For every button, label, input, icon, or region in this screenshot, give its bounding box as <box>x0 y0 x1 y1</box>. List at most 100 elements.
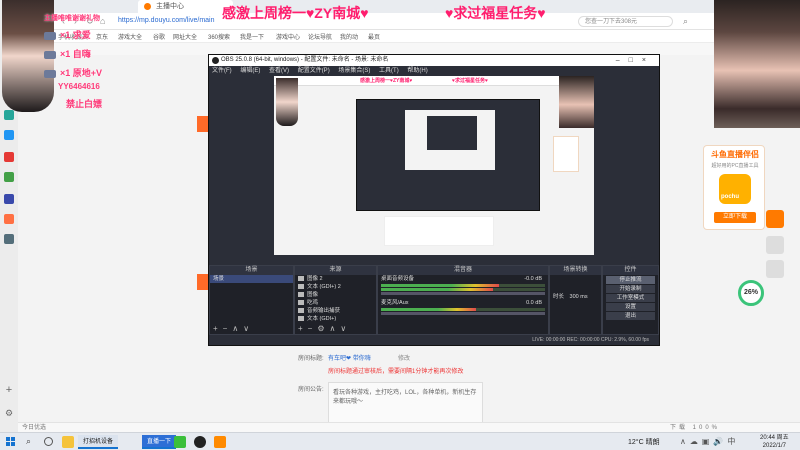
menu-profile[interactable]: 配置文件(P) <box>298 68 330 74</box>
source-label: 图像 2 <box>307 276 323 282</box>
browser-tab-bar: 主播中心 <box>18 0 800 13</box>
browser-tab[interactable]: 主播中心 <box>138 0 233 13</box>
windows-start-icon[interactable] <box>6 437 16 447</box>
menu-file[interactable]: 文件(F) <box>212 68 232 74</box>
gift-item: ×1 自嗨 <box>44 45 132 64</box>
obs-taskbar-icon[interactable] <box>194 436 206 448</box>
preview-ad <box>553 136 579 172</box>
text-icon <box>298 316 304 322</box>
rocket-gift-icon <box>44 50 56 59</box>
taskbar-clock[interactable]: 20:44 周五 2022/1/7 <box>760 434 789 450</box>
game-capture-icon <box>298 300 304 306</box>
taskbar-app-douyu[interactable]: 直播一下 <box>142 435 177 449</box>
source-item[interactable]: 图像 2 <box>295 275 376 283</box>
studio-mode-button[interactable]: 工作室模式 <box>606 294 655 302</box>
payment-icon[interactable] <box>4 130 14 140</box>
weibo-icon[interactable] <box>4 152 14 162</box>
sources-dock-title: 来源 <box>295 266 376 275</box>
bookmark-item[interactable]: 论坛导航 <box>308 32 332 41</box>
wechat-icon[interactable] <box>174 436 186 448</box>
volume-meter <box>381 288 545 291</box>
room-settings-panel: 房间标题: 有车吧❤ 带你嗨 修改 房间标题通过审核后，需要间隔1分钟才能再次修… <box>270 340 710 432</box>
scene-toolbar[interactable]: +−∧∨ <box>210 324 293 334</box>
overlay-task: ♥求过福星任务♥ <box>445 5 546 21</box>
source-item[interactable]: 文本 (GDI+) 2 <box>295 283 376 291</box>
taskbar-search-icon[interactable]: ⌕ <box>26 436 31 447</box>
companion-logo-icon: pochu <box>719 174 751 204</box>
bookmark-item[interactable]: 最页 <box>368 32 380 41</box>
add-icon[interactable]: + <box>4 385 14 396</box>
game-icon[interactable] <box>4 214 14 224</box>
menu-help[interactable]: 帮助(H) <box>407 68 427 74</box>
weather-widget[interactable]: 12°C 晴朗 <box>628 437 660 447</box>
taskbar-app-printer[interactable]: 打招机设备 <box>78 435 119 449</box>
fullscreen-icon[interactable] <box>766 260 784 278</box>
source-item[interactable]: 音频输出捕获 <box>295 307 376 315</box>
download-button[interactable]: 立即下载 <box>714 212 756 223</box>
app-icon[interactable] <box>4 172 14 182</box>
scene-item[interactable]: 场景 <box>210 275 293 283</box>
douyu-taskbar-icon[interactable] <box>214 436 226 448</box>
task-view-icon[interactable] <box>44 437 53 446</box>
source-item[interactable]: 文本 (GDI+) <box>295 315 376 323</box>
bookmark-item[interactable]: 游戏中心 <box>276 32 300 41</box>
edit-room-title-button[interactable]: 修改 <box>398 353 410 362</box>
url-input[interactable]: https://mp.douyu.com/live/main <box>118 17 215 24</box>
ad-logo-text: pochu <box>721 194 739 200</box>
preview-nested-capture <box>405 110 495 170</box>
source-item[interactable]: 图像 <box>295 291 376 299</box>
settings-button[interactable]: 设置 <box>606 303 655 311</box>
duration-value: 300 ms <box>569 294 588 300</box>
browser-address-bar: ‹ › ↻ ⌂ https://mp.douyu.com/live/main 您… <box>18 13 800 30</box>
music-icon[interactable] <box>4 234 14 244</box>
menu-scene-collection[interactable]: 场景集合(S) <box>338 68 370 74</box>
bookmark-item[interactable]: 360搜索 <box>208 32 230 41</box>
system-tray-icons[interactable]: ∧☁▣🔊中 <box>680 436 739 447</box>
bookmark-item[interactable]: 网址大全 <box>173 32 197 41</box>
transitions-dock: 场景转换 时长 300 ms <box>549 265 602 335</box>
source-label: 文本 (GDI+) <box>307 316 337 322</box>
exit-button[interactable]: 退出 <box>606 312 655 320</box>
volume-slider[interactable] <box>381 312 545 315</box>
window-controls[interactable]: –□× <box>616 55 655 66</box>
play-video-icon[interactable] <box>766 210 784 228</box>
source-item[interactable]: 吃鸡 <box>295 299 376 307</box>
file-explorer-icon[interactable] <box>62 436 74 448</box>
image-icon <box>298 292 304 298</box>
mixer-dock-title: 混音器 <box>378 266 548 275</box>
bookmarks-bar: 手机收藏夹 京东 游戏大全 谷歌 网址大全 360搜索 我是一下 游戏中心 论坛… <box>18 30 800 43</box>
home-float-icon[interactable] <box>766 236 784 254</box>
mail-icon[interactable] <box>4 110 14 120</box>
obs-menu-bar: 文件(F) 编辑(E) 查看(V) 配置文件(P) 场景集合(S) 工具(T) … <box>209 66 659 76</box>
menu-edit[interactable]: 编辑(E) <box>240 68 260 74</box>
mixer-db-value: -0.0 dB <box>524 276 542 282</box>
bookmark-item[interactable]: 谷歌 <box>153 32 165 41</box>
preview-overlay-title: 感激上周榜一♥ZY南城♥ <box>360 78 413 84</box>
transition-duration[interactable]: 时长 300 ms <box>550 293 601 301</box>
bookmark-item[interactable]: 我的动 <box>340 32 358 41</box>
start-recording-button[interactable]: 开始录制 <box>606 285 655 293</box>
source-label: 音频输出捕获 <box>307 308 341 314</box>
room-title-note: 房间标题通过审核后，需要间隔1分钟才能再次修改 <box>328 369 464 375</box>
settings-gear-icon[interactable]: ⚙ <box>4 408 14 418</box>
douyu-companion-ad[interactable]: 斗鱼直播伴侣 超好用的PC直播工具 pochu 立即下载 <box>703 145 765 230</box>
bookmark-item[interactable]: 我是一下 <box>240 32 264 41</box>
scenes-dock: 场景 场景 +−∧∨ <box>209 265 294 335</box>
status-left-text: 今日优选 <box>22 425 47 431</box>
scenes-dock-title: 场景 <box>210 266 293 275</box>
settings-icon[interactable] <box>4 194 14 204</box>
search-input[interactable]: 您查一刀下去308元 <box>578 16 673 27</box>
obs-preview-canvas[interactable]: 感激上周榜一♥ZY南城♥ ♥求过福星任务♥ <box>274 76 594 255</box>
stop-streaming-button[interactable]: 停止推流 <box>606 276 655 284</box>
mixer-channel-name: 桌面音频设备 -0.0 dB <box>378 275 548 283</box>
sources-dock: 来源 图像 2 文本 (GDI+) 2 图像 吃鸡 音频输出捕获 文本 (GDI… <box>294 265 377 335</box>
menu-view[interactable]: 查看(V) <box>269 68 289 74</box>
search-icon[interactable]: ⌕ <box>683 16 688 27</box>
controls-dock: 控件 停止推流 开始录制 工作室模式 设置 退出 <box>602 265 659 335</box>
room-notice-label: 房间公告: <box>298 387 324 393</box>
volume-slider[interactable] <box>381 292 545 295</box>
source-label: 吃鸡 <box>307 300 319 306</box>
speaker-icon <box>298 308 304 314</box>
source-toolbar[interactable]: +−⚙∧∨ <box>295 324 376 334</box>
menu-tools[interactable]: 工具(T) <box>379 68 399 74</box>
